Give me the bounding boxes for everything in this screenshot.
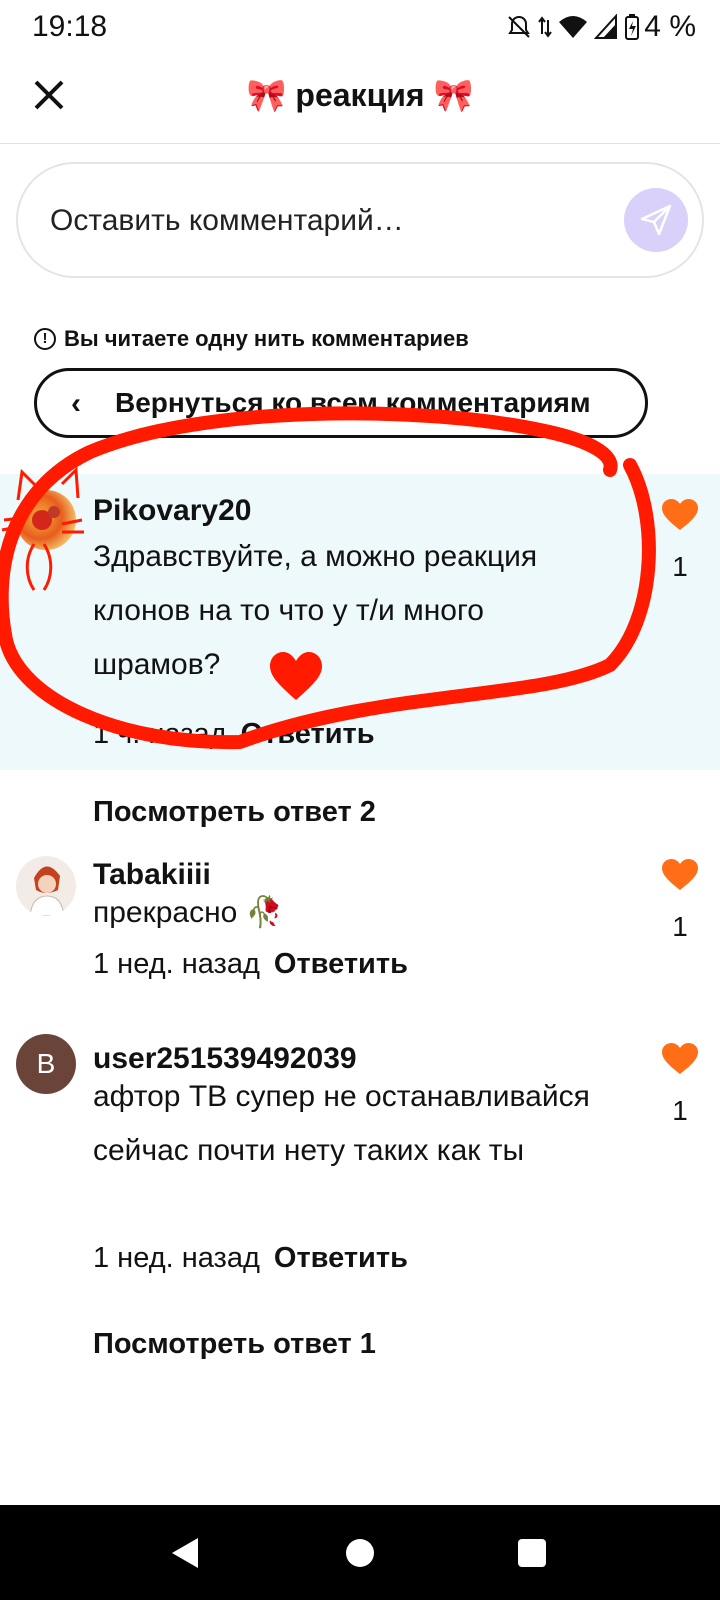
battery-icon	[625, 14, 639, 40]
status-bar: 19:18 4 %	[0, 0, 720, 54]
back-to-all-comments-button[interactable]: ‹ Вернуться ко всем комментариям	[34, 368, 648, 438]
like-count: 1	[672, 551, 688, 582]
comment-text: Здравствуйте, а можно реакция клонов на …	[93, 540, 538, 681]
comment-time: 1 нед. назад	[93, 1242, 260, 1274]
view-replies-button[interactable]: Посмотреть ответ 2	[93, 796, 376, 829]
battery-percent: 4 %	[644, 10, 696, 43]
comment-meta: 1 нед. назад Ответить	[93, 948, 408, 981]
reply-button[interactable]: Ответить	[274, 1242, 408, 1274]
avatar-image	[29, 866, 65, 916]
mute-notifications-icon	[508, 15, 530, 38]
heart-icon	[662, 499, 698, 530]
like-button[interactable]: 1	[660, 1042, 700, 1127]
comment-text: прекрасно 🥀	[93, 896, 284, 929]
signal-icon	[594, 14, 617, 39]
system-nav-bar	[0, 1505, 720, 1600]
header: 🎀 реакция 🎀	[0, 60, 720, 144]
comment-item: Tabakiiii прекрасно 🥀 1 нед. назад Ответи…	[0, 846, 720, 1006]
comment-meta: 1 нед. назад Ответить	[93, 1242, 408, 1275]
comment-placeholder: Оставить комментарий…	[50, 204, 404, 237]
avatar-image	[32, 506, 60, 530]
comment-text: афтор ТВ супер не останавливайся сейчас …	[93, 1080, 590, 1167]
comment-input[interactable]: Оставить комментарий…	[16, 162, 704, 278]
send-icon	[640, 204, 672, 236]
page-title: 🎀 реакция 🎀	[246, 77, 474, 113]
heart-icon	[662, 859, 698, 890]
comment-meta: 1 ч. назад Ответить	[93, 718, 375, 751]
back-button-label: Вернуться ко всем комментариям	[115, 387, 591, 418]
comment-time: 1 ч. назад	[93, 718, 227, 750]
like-button[interactable]: 1	[660, 498, 700, 583]
comment-item: B user251539492039 афтор ТВ супер не ост…	[0, 1032, 720, 1302]
comment-username[interactable]: Pikovary20	[93, 494, 251, 528]
nav-recent-apps-icon[interactable]	[518, 1539, 546, 1567]
heart-icon	[662, 1043, 698, 1074]
reply-button[interactable]: Ответить	[274, 948, 408, 980]
reply-button[interactable]: Ответить	[241, 718, 375, 750]
data-arrows-icon	[538, 16, 552, 38]
avatar[interactable]: B	[16, 1034, 76, 1094]
thread-notice: ! Вы читаете одну нить комментариев	[34, 326, 469, 352]
chevron-left-icon: ‹	[71, 387, 81, 420]
status-icons	[506, 13, 640, 41]
like-count: 1	[672, 1095, 688, 1126]
nav-back-icon[interactable]	[170, 1536, 200, 1570]
avatar[interactable]	[16, 856, 76, 916]
comment-item: Pikovary20 Здравствуйте, а можно реакция…	[0, 474, 720, 770]
like-count: 1	[672, 911, 688, 942]
nav-home-icon[interactable]	[346, 1539, 374, 1567]
wifi-icon	[559, 16, 587, 38]
avatar-letter: B	[36, 1048, 56, 1079]
send-button[interactable]	[624, 188, 688, 252]
info-icon: !	[34, 328, 56, 350]
view-replies-button[interactable]: Посмотреть ответ 1	[93, 1328, 376, 1361]
like-button[interactable]: 1	[660, 858, 700, 943]
status-time: 19:18	[32, 10, 108, 43]
avatar[interactable]	[16, 490, 76, 550]
comment-time: 1 нед. назад	[93, 948, 260, 980]
thread-notice-text: Вы читаете одну нить комментариев	[64, 326, 469, 351]
